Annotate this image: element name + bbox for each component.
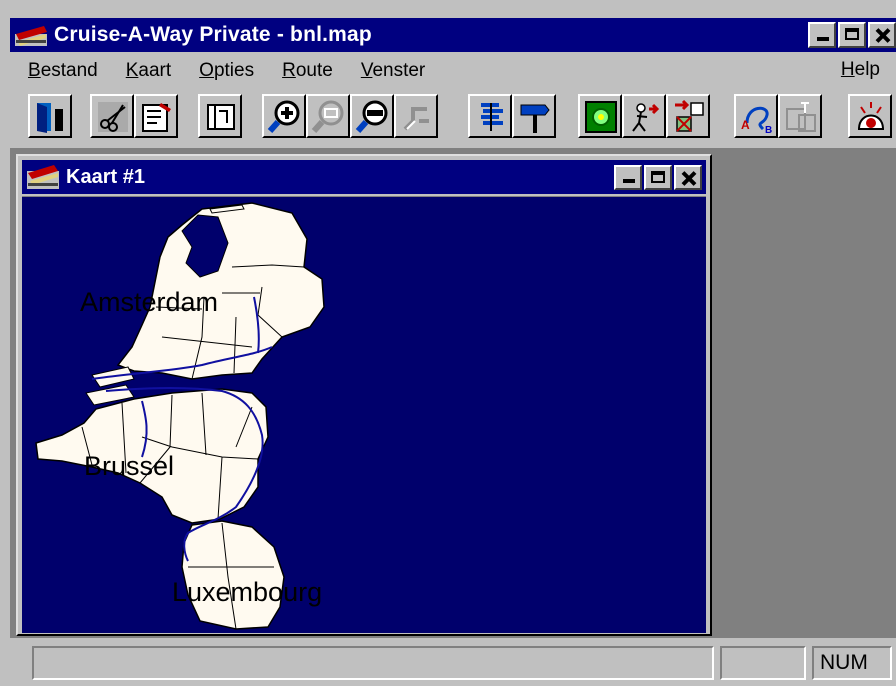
plan-route-icon xyxy=(585,101,617,133)
route-ab-icon: A B xyxy=(741,106,772,135)
label-luxembourg: Luxembourg xyxy=(172,577,323,607)
svg-text:A: A xyxy=(741,118,750,132)
svg-text:B: B xyxy=(765,125,772,135)
menu-help[interactable]: Help xyxy=(823,59,890,81)
map-window-icon xyxy=(27,165,59,189)
zoom-previous-button xyxy=(394,94,438,138)
route-list-button[interactable] xyxy=(468,94,512,138)
signpost-icon xyxy=(520,104,550,133)
scissors-icon xyxy=(98,102,128,132)
walk-route-icon xyxy=(632,103,660,132)
status-bar: NUM xyxy=(10,642,896,686)
map-maximize-button[interactable] xyxy=(644,165,672,190)
menu-kaart[interactable]: Kaart xyxy=(108,60,181,82)
status-message-panel xyxy=(32,646,714,680)
frame-icon xyxy=(207,104,235,130)
toolbar: A B xyxy=(10,92,896,142)
zoom-in-icon xyxy=(267,100,300,133)
zoom-out-icon xyxy=(355,100,388,133)
window-title: Cruise-A-Way Private - bnl.map xyxy=(54,23,372,46)
benelux-map xyxy=(35,202,325,630)
car-map-icon xyxy=(14,22,48,48)
route-flag-icon xyxy=(675,99,704,132)
menu-bar: Bestand Kaart Opties Route Venster Help xyxy=(10,56,896,86)
menu-route[interactable]: Route xyxy=(264,60,343,82)
zoom-region-icon xyxy=(311,100,344,133)
menu-venster[interactable]: Venster xyxy=(343,60,435,82)
route-map-icon xyxy=(786,102,816,132)
alarm-icon xyxy=(857,102,885,130)
map-canvas[interactable]: Amsterdam Brussel Luxembourg xyxy=(22,196,706,633)
zoom-in-button[interactable] xyxy=(262,94,306,138)
frame-button[interactable] xyxy=(198,94,242,138)
luxembourg-region xyxy=(181,520,285,630)
map-minimize-button[interactable] xyxy=(614,165,642,190)
map-window-title: Kaart #1 xyxy=(66,165,145,188)
minimize-button[interactable] xyxy=(808,22,836,48)
exit-button[interactable] xyxy=(28,94,72,138)
title-bar: Cruise-A-Way Private - bnl.map xyxy=(10,18,896,52)
map-window-titlebar[interactable]: Kaart #1 xyxy=(22,160,706,194)
menu-bestand[interactable]: Bestand xyxy=(10,60,108,82)
edit-map-icon xyxy=(142,103,171,132)
map-close-button[interactable] xyxy=(674,165,702,190)
alarm-button[interactable] xyxy=(848,94,892,138)
status-num-indicator: NUM xyxy=(812,646,892,680)
application-window: Cruise-A-Way Private - bnl.map Bestand K… xyxy=(0,0,896,686)
label-amsterdam: Amsterdam xyxy=(80,287,219,317)
route-ab-button[interactable]: A B xyxy=(734,94,778,138)
map-window: Kaart #1 Amsterdam Brussel Luxembourg xyxy=(16,154,712,636)
route-flag-button[interactable] xyxy=(666,94,710,138)
zoom-previous-icon xyxy=(403,107,429,131)
label-brussel: Brussel xyxy=(84,451,175,481)
route-map-button xyxy=(778,94,822,138)
plan-route-button[interactable] xyxy=(578,94,622,138)
walk-route-button[interactable] xyxy=(622,94,666,138)
zoom-out-button[interactable] xyxy=(350,94,394,138)
menu-opties[interactable]: Opties xyxy=(181,60,264,82)
cut-button[interactable] xyxy=(90,94,134,138)
maximize-button[interactable] xyxy=(838,22,866,48)
edit-map-button[interactable] xyxy=(134,94,178,138)
close-button[interactable] xyxy=(868,22,896,48)
status-secondary-panel xyxy=(720,646,806,680)
door-exit-icon xyxy=(37,103,63,133)
signpost-button[interactable] xyxy=(512,94,556,138)
zoom-region-button xyxy=(306,94,350,138)
route-list-icon xyxy=(481,103,503,131)
